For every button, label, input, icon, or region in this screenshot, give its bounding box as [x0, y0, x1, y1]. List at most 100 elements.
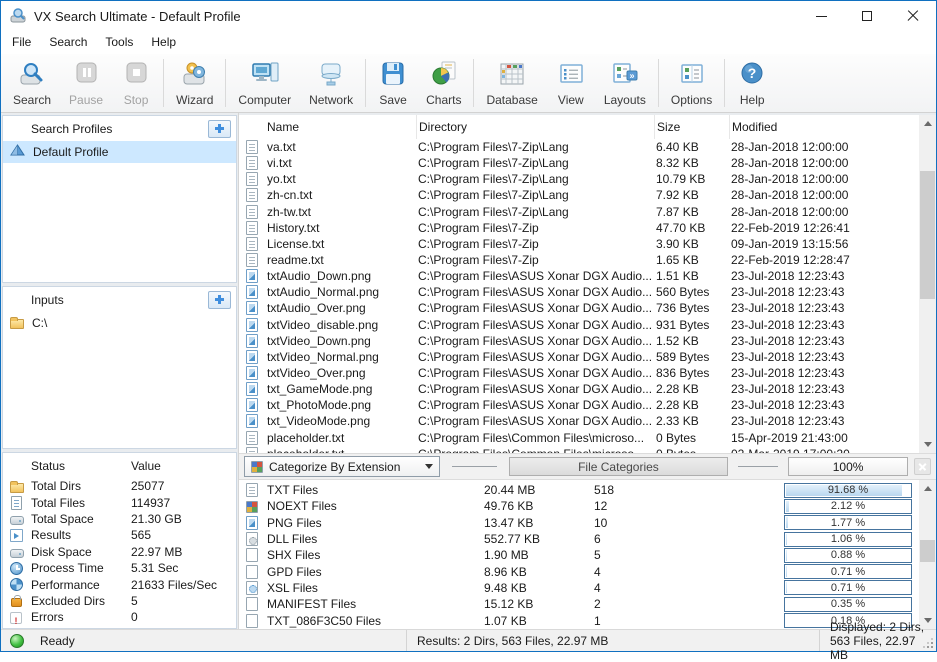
category-size: 13.47 KB	[484, 516, 594, 530]
category-row[interactable]: GPD Files 8.96 KB 4 0.71 %	[239, 563, 919, 579]
file-row[interactable]: txt_VideoMode.png C:\Program Files\ASUS …	[239, 413, 919, 429]
file-modified: 23-Jul-2018 12:23:43	[729, 269, 919, 283]
category-size: 20.44 MB	[484, 483, 594, 497]
file-row[interactable]: txtVideo_Normal.png C:\Program Files\ASU…	[239, 349, 919, 365]
category-row[interactable]: TXT_086F3C50 Files 1.07 KB 1 0.18 %	[239, 612, 919, 628]
connector-line	[452, 466, 497, 467]
file-row[interactable]: zh-tw.txt C:\Program Files\7-Zip\Lang 7.…	[239, 204, 919, 220]
close-button[interactable]	[890, 1, 936, 31]
file-row[interactable]: zh-cn.txt C:\Program Files\7-Zip\Lang 7.…	[239, 187, 919, 203]
percent-label: 2.12 %	[785, 500, 911, 513]
percent-bar: 1.77 %	[784, 515, 912, 530]
file-row[interactable]: placeholder.txt C:\Program Files\Common …	[239, 430, 919, 446]
file-row[interactable]: txtVideo_Over.png C:\Program Files\ASUS …	[239, 365, 919, 381]
column-header-name[interactable]: Name	[239, 115, 416, 139]
title-bar: VX Search Ultimate - Default Profile	[1, 1, 936, 31]
category-row[interactable]: PNG Files 13.47 KB 10 1.77 %	[239, 515, 919, 531]
scrollbar-thumb[interactable]	[920, 540, 935, 562]
percent-label: 0.88 %	[785, 549, 911, 562]
menu-item-tools[interactable]: Tools	[96, 31, 142, 54]
file-row[interactable]: txtVideo_Down.png C:\Program Files\ASUS …	[239, 333, 919, 349]
column-header-directory[interactable]: Directory	[416, 115, 654, 139]
column-header-size[interactable]: Size	[654, 115, 729, 139]
file-row[interactable]: vi.txt C:\Program Files\7-Zip\Lang 8.32 …	[239, 155, 919, 171]
file-name: zh-tw.txt	[267, 205, 416, 219]
file-directory: C:\Program Files\ASUS Xonar DGX Audio...	[416, 414, 654, 428]
file-modified: 23-Jul-2018 12:23:43	[729, 285, 919, 299]
category-rows: TXT Files 20.44 MB 518 91.68 % NOEXT Fil…	[239, 480, 919, 629]
resize-grip[interactable]	[923, 638, 933, 648]
zoom-level-button[interactable]: 100%	[788, 457, 908, 476]
categorize-dropdown[interactable]: Categorize By Extension	[244, 456, 440, 477]
toolbar-computer-button[interactable]: Computer	[229, 57, 300, 110]
toolbar-help-button[interactable]: ? Help	[728, 57, 776, 110]
scroll-down-icon[interactable]	[919, 436, 936, 453]
toolbar-pause-button[interactable]: Pause	[60, 57, 112, 110]
category-list-scrollbar[interactable]	[919, 480, 936, 629]
app-icon	[10, 7, 27, 26]
category-row[interactable]: XSL Files 9.48 KB 4 0.71 %	[239, 580, 919, 596]
toolbar-database-button[interactable]: Database	[477, 57, 546, 110]
file-row[interactable]: History.txt C:\Program Files\7-Zip 47.70…	[239, 220, 919, 236]
menu-item-file[interactable]: File	[3, 31, 40, 54]
toolbar-layouts-button[interactable]: » Layouts	[595, 57, 655, 110]
toolbar-wizard-button[interactable]: Wizard	[167, 57, 222, 110]
file-name: txtVideo_disable.png	[267, 318, 416, 332]
category-row[interactable]: DLL Files 552.77 KB 6 1.06 %	[239, 531, 919, 547]
file-row[interactable]: License.txt C:\Program Files\7-Zip 3.90 …	[239, 236, 919, 252]
scroll-up-icon[interactable]	[919, 480, 936, 497]
file-row[interactable]: readme.txt C:\Program Files\7-Zip 1.65 K…	[239, 252, 919, 268]
toolbar-view-button[interactable]: View	[547, 57, 595, 110]
toolbar-stop-button[interactable]: Stop	[112, 57, 160, 110]
toolbar-save-button[interactable]: Save	[369, 57, 417, 110]
file-row[interactable]: txt_GameMode.png C:\Program Files\ASUS X…	[239, 381, 919, 397]
percent-bar: 2.12 %	[784, 499, 912, 514]
file-name: txtVideo_Down.png	[267, 334, 416, 348]
wizard-gears-icon	[180, 60, 210, 91]
file-size: 47.70 KB	[654, 221, 729, 235]
file-modified: 22-Feb-2019 12:26:41	[729, 221, 919, 235]
category-row[interactable]: NOEXT Files 49.76 KB 12 2.12 %	[239, 498, 919, 514]
minimize-icon	[816, 16, 827, 17]
maximize-button[interactable]	[844, 1, 890, 31]
file-row[interactable]: va.txt C:\Program Files\7-Zip\Lang 6.40 …	[239, 139, 919, 155]
file-name: placeholder.txt	[267, 447, 416, 453]
file-list-scrollbar[interactable]	[919, 115, 936, 453]
file-row[interactable]: txtAudio_Down.png C:\Program Files\ASUS …	[239, 268, 919, 284]
add-input-button[interactable]	[208, 291, 231, 309]
menu-item-search[interactable]: Search	[40, 31, 96, 54]
file-row[interactable]: txtAudio_Normal.png C:\Program Files\ASU…	[239, 284, 919, 300]
toolbar-button-label: Charts	[426, 93, 461, 107]
file-name: txtAudio_Normal.png	[267, 285, 416, 299]
input-item[interactable]: C:\	[3, 312, 236, 334]
file-row[interactable]: placeholder.txt C:\Program Files\Common …	[239, 446, 919, 453]
file-row[interactable]: txtAudio_Over.png C:\Program Files\ASUS …	[239, 300, 919, 316]
scrollbar-thumb[interactable]	[920, 171, 935, 299]
menu-item-help[interactable]: Help	[142, 31, 185, 54]
toolbar-network-button[interactable]: Network	[300, 57, 362, 110]
file-name: txtVideo_Over.png	[267, 366, 416, 380]
file-name: txt_VideoMode.png	[267, 414, 416, 428]
toolbar-options-button[interactable]: Options	[662, 57, 721, 110]
file-row[interactable]: txtVideo_disable.png C:\Program Files\AS…	[239, 317, 919, 333]
txt-icon	[246, 172, 258, 186]
add-profile-button[interactable]	[208, 120, 231, 138]
status-col-header: Status	[31, 459, 131, 473]
file-row[interactable]: txt_PhotoMode.png C:\Program Files\ASUS …	[239, 397, 919, 413]
category-row[interactable]: SHX Files 1.90 MB 5 0.88 %	[239, 547, 919, 563]
toolbar-button-label: Layouts	[604, 93, 646, 107]
scroll-up-icon[interactable]	[919, 115, 936, 132]
column-header-modified[interactable]: Modified	[729, 115, 919, 139]
toolbar-button-label: Network	[309, 93, 353, 107]
close-panel-button[interactable]	[914, 458, 931, 475]
toolbar-search-button[interactable]: Search	[4, 57, 60, 110]
category-row[interactable]: MANIFEST Files 15.12 KB 2 0.35 %	[239, 596, 919, 612]
file-categories-button[interactable]: File Categories	[509, 457, 729, 476]
file-row[interactable]: yo.txt C:\Program Files\7-Zip\Lang 10.79…	[239, 171, 919, 187]
toolbar-charts-button[interactable]: Charts	[417, 57, 470, 110]
minimize-button[interactable]	[798, 1, 844, 31]
category-count: 2	[594, 597, 784, 611]
profile-item-default[interactable]: Default Profile	[3, 141, 236, 163]
category-row[interactable]: TXT Files 20.44 MB 518 91.68 %	[239, 482, 919, 498]
toolbar-separator	[658, 59, 659, 107]
